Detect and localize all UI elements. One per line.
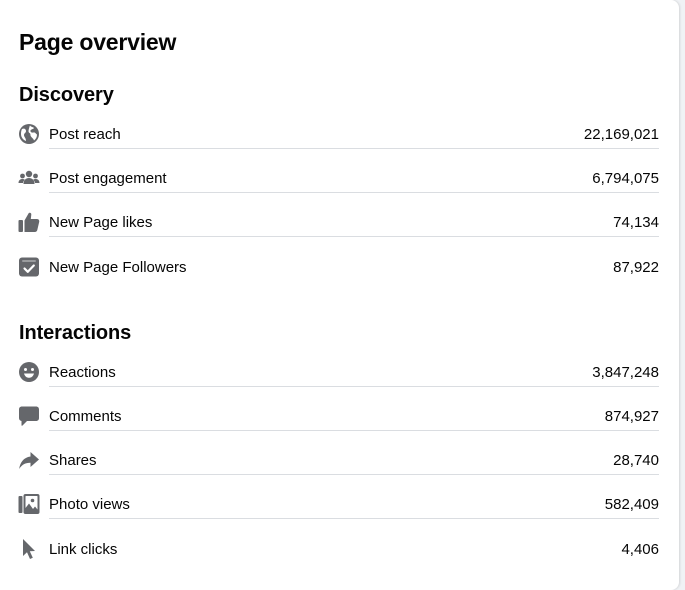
metric-row-post-reach[interactable]: Post reach 22,169,021 (18, 119, 659, 149)
metric-row-shares[interactable]: Shares 28,740 (18, 445, 659, 475)
metric-row-new-page-followers[interactable]: New Page Followers 87,922 (18, 252, 659, 282)
metric-value: 4,406 (621, 541, 659, 558)
row-divider (49, 386, 659, 387)
metric-value: 28,740 (613, 452, 659, 469)
metric-label: Link clicks (49, 541, 118, 558)
metric-label: Post reach (49, 126, 121, 143)
row-divider (49, 192, 659, 193)
row-divider (49, 430, 659, 431)
row-divider (49, 474, 659, 475)
metric-value: 74,134 (613, 214, 659, 231)
metric-value: 87,922 (613, 259, 659, 276)
metric-row-reactions[interactable]: Reactions 3,847,248 (18, 357, 659, 387)
metric-label: Post engagement (49, 170, 167, 187)
section-title-interactions: Interactions (19, 322, 132, 344)
metric-value: 22,169,021 (583, 126, 659, 143)
metric-row-photo-views[interactable]: Photo views 582,409 (18, 489, 659, 519)
comment-bubble-icon (18, 405, 40, 427)
metric-row-comments[interactable]: Comments 874,927 (18, 401, 659, 431)
cursor-icon (18, 538, 40, 560)
follow-check-icon (18, 256, 40, 278)
thumbs-up-icon (18, 211, 40, 233)
metric-value: 582,409 (604, 496, 659, 513)
section-title-discovery: Discovery (19, 84, 114, 106)
metric-label: Shares (49, 452, 97, 469)
metric-value: 3,847,248 (592, 364, 659, 381)
page-overview-card: Page overview Discovery Post reach 22,16… (0, 0, 679, 590)
metric-row-link-clicks[interactable]: Link clicks 4,406 (18, 534, 659, 564)
metric-label: New Page likes (49, 214, 153, 231)
row-divider (49, 518, 659, 519)
page-title: Page overview (19, 29, 177, 55)
smiley-icon (18, 361, 40, 383)
share-arrow-icon (18, 449, 40, 471)
globe-icon (18, 123, 40, 145)
row-divider (49, 148, 659, 149)
metric-row-new-page-likes[interactable]: New Page likes 74,134 (18, 207, 659, 237)
metric-row-post-engagement[interactable]: Post engagement 6,794,075 (18, 163, 659, 193)
metric-label: New Page Followers (49, 259, 187, 276)
metric-value: 6,794,075 (592, 170, 659, 187)
people-icon (18, 167, 40, 189)
metric-value: 874,927 (604, 408, 659, 425)
row-divider (49, 236, 659, 237)
metric-label: Reactions (49, 364, 116, 381)
metric-label: Comments (49, 408, 122, 425)
metric-label: Photo views (49, 496, 130, 513)
photo-icon (18, 493, 40, 515)
